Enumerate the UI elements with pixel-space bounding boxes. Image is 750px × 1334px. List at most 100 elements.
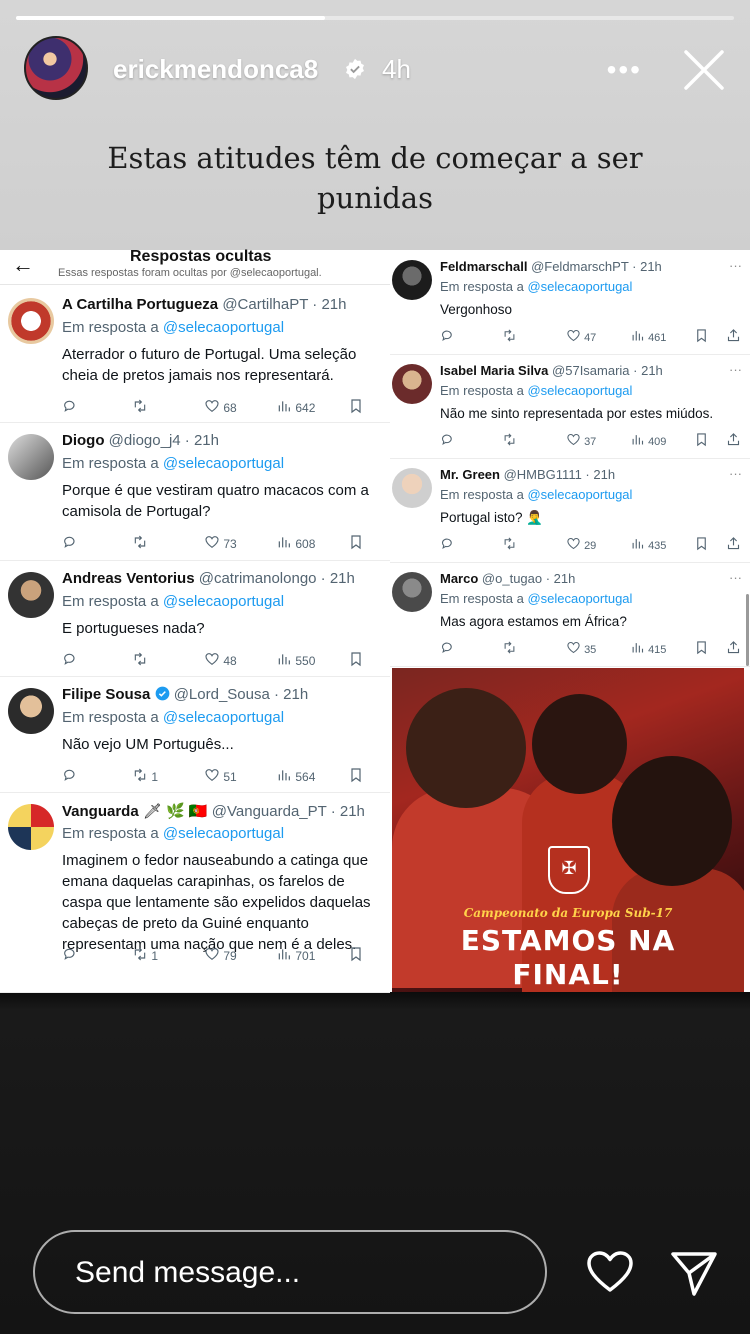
retweet-button[interactable]: 1 xyxy=(132,767,158,784)
views-button[interactable]: 435 xyxy=(630,536,666,552)
retweet-button[interactable] xyxy=(132,398,148,415)
send-message-input[interactable]: Send message... xyxy=(33,1230,547,1314)
reply-icon[interactable] xyxy=(62,534,78,551)
reply-mention-link[interactable]: @selecaoportugal xyxy=(163,709,284,726)
avatar[interactable] xyxy=(392,572,432,612)
tweet-author[interactable]: Isabel Maria Silva @57Isamaria · 21h xyxy=(440,363,663,378)
tweet-card[interactable]: Vanguarda 🗡 🌿 🇵🇹 @Vanguarda_PT · 21h Em r… xyxy=(0,792,390,993)
reply-mention-link[interactable]: @selecaoportugal xyxy=(527,279,632,294)
reply-icon[interactable] xyxy=(440,432,455,448)
views-button[interactable]: 564 xyxy=(276,767,315,784)
bookmark-icon[interactable] xyxy=(348,651,364,668)
share-icon[interactable] xyxy=(726,328,741,344)
share-icon[interactable] xyxy=(726,432,741,448)
views-button[interactable]: 409 xyxy=(630,432,666,448)
avatar[interactable] xyxy=(8,572,54,618)
tweet-card[interactable]: Isabel Maria Silva @57Isamaria · 21h ··· E… xyxy=(390,354,750,459)
like-button[interactable]: 47 xyxy=(566,328,596,344)
retweet-button[interactable] xyxy=(132,534,148,551)
tweet-author[interactable]: Filipe Sousa @Lord_Sousa · 21h xyxy=(62,686,308,703)
retweet-button[interactable] xyxy=(132,651,148,668)
reply-mention-link[interactable]: @selecaoportugal xyxy=(527,487,632,502)
avatar[interactable] xyxy=(8,434,54,480)
bookmark-icon[interactable] xyxy=(694,328,709,344)
retweet-count: 1 xyxy=(151,770,159,784)
bookmark-icon[interactable] xyxy=(694,640,709,656)
reply-icon[interactable] xyxy=(440,328,455,344)
bookmark-icon[interactable] xyxy=(348,398,364,415)
hidden-replies-header: ← Respostas ocultas Essas respostas fora… xyxy=(0,248,390,285)
reply-mention-link[interactable]: @selecaoportugal xyxy=(163,455,284,472)
tweet-author[interactable]: Andreas Ventorius @catrimanolongo · 21h xyxy=(62,570,355,587)
views-button[interactable]: 461 xyxy=(630,328,666,344)
reply-icon[interactable] xyxy=(62,767,78,784)
bookmark-icon[interactable] xyxy=(348,946,364,963)
tweet-author[interactable]: Marco @o_tugao · 21h xyxy=(440,571,575,586)
views-button[interactable]: 550 xyxy=(276,651,315,668)
like-button[interactable]: 35 xyxy=(566,640,596,656)
like-button[interactable]: 29 xyxy=(566,536,596,552)
author-name: Mr. Green xyxy=(440,467,500,482)
like-button[interactable]: 37 xyxy=(566,432,596,448)
reply-mention-link[interactable]: @selecaoportugal xyxy=(163,319,284,336)
retweet-button[interactable]: 1 xyxy=(132,946,158,963)
reply-mention-link[interactable]: @selecaoportugal xyxy=(163,825,284,842)
share-icon[interactable] xyxy=(726,536,741,552)
avatar[interactable] xyxy=(8,688,54,734)
like-button[interactable]: 68 xyxy=(204,398,237,415)
tweet-author[interactable]: Feldmarschall @FeldmarschPT · 21h xyxy=(440,259,662,274)
views-button[interactable]: 608 xyxy=(276,534,315,551)
bookmark-icon[interactable] xyxy=(694,432,709,448)
avatar[interactable] xyxy=(392,468,432,508)
bookmark-icon[interactable] xyxy=(348,767,364,784)
retweet-icon[interactable] xyxy=(502,536,517,552)
tweet-author[interactable]: Diogo @diogo_j4 · 21h xyxy=(62,432,219,449)
views-button[interactable]: 701 xyxy=(276,946,315,963)
retweet-icon[interactable] xyxy=(502,328,517,344)
like-button[interactable]: 51 xyxy=(204,767,237,784)
tweet-card[interactable]: Diogo @diogo_j4 · 21h Em resposta a @sele… xyxy=(0,422,390,561)
more-options-icon[interactable]: ··· xyxy=(729,466,742,481)
instagram-story: erickmendonca8 4h ••• Estas atitudes têm… xyxy=(0,0,750,1334)
share-icon[interactable] xyxy=(726,640,741,656)
tweet-author[interactable]: Mr. Green @HMBG1111 · 21h xyxy=(440,467,615,482)
views-button[interactable]: 415 xyxy=(630,640,666,656)
more-options-icon[interactable]: ··· xyxy=(729,570,742,585)
reply-icon[interactable] xyxy=(62,946,78,963)
reply-icon[interactable] xyxy=(62,398,78,415)
reply-mention-link[interactable]: @selecaoportugal xyxy=(163,593,284,610)
avatar[interactable] xyxy=(24,36,88,100)
more-options-icon[interactable]: ··· xyxy=(729,362,742,377)
retweet-icon[interactable] xyxy=(502,640,517,656)
tweet-author[interactable]: A Cartilha Portugueza @CartilhaPT · 21h xyxy=(62,296,346,313)
tweet-card[interactable]: Andreas Ventorius @catrimanolongo · 21h E… xyxy=(0,560,390,677)
reply-mention-link[interactable]: @selecaoportugal xyxy=(527,383,632,398)
like-button[interactable]: 73 xyxy=(204,534,237,551)
tweet-card[interactable]: Filipe Sousa @Lord_Sousa · 21h Em respost… xyxy=(0,676,390,793)
send-icon[interactable] xyxy=(670,1250,718,1296)
tweet-card[interactable]: Feldmarschall @FeldmarschPT · 21h ··· Em r… xyxy=(390,250,750,355)
retweet-icon[interactable] xyxy=(502,432,517,448)
reply-icon[interactable] xyxy=(62,651,78,668)
heart-icon[interactable] xyxy=(586,1250,634,1294)
reply-mention-link[interactable]: @selecaoportugal xyxy=(527,591,632,606)
like-button[interactable]: 79 xyxy=(204,946,237,963)
tweet-author[interactable]: Vanguarda 🗡 🌿 🇵🇹 @Vanguarda_PT · 21h xyxy=(62,802,365,820)
more-options-icon[interactable]: ··· xyxy=(729,258,742,273)
reply-icon[interactable] xyxy=(440,640,455,656)
avatar[interactable] xyxy=(392,260,432,300)
bookmark-icon[interactable] xyxy=(694,536,709,552)
more-options-button[interactable]: ••• xyxy=(607,54,642,86)
tweet-card[interactable]: Mr. Green @HMBG1111 · 21h ··· Em resposta … xyxy=(390,458,750,563)
avatar[interactable] xyxy=(8,804,54,850)
views-button[interactable]: 642 xyxy=(276,398,315,415)
bookmark-icon[interactable] xyxy=(348,534,364,551)
close-icon[interactable] xyxy=(682,48,726,92)
tweet-card[interactable]: Marco @o_tugao · 21h ··· Em resposta a @se… xyxy=(390,562,750,667)
username[interactable]: erickmendonca8 xyxy=(113,54,318,85)
avatar[interactable] xyxy=(392,364,432,404)
reply-icon[interactable] xyxy=(440,536,455,552)
tweet-card[interactable]: A Cartilha Portugueza @CartilhaPT · 21h E… xyxy=(0,286,390,423)
avatar[interactable] xyxy=(8,298,54,344)
like-button[interactable]: 48 xyxy=(204,651,237,668)
